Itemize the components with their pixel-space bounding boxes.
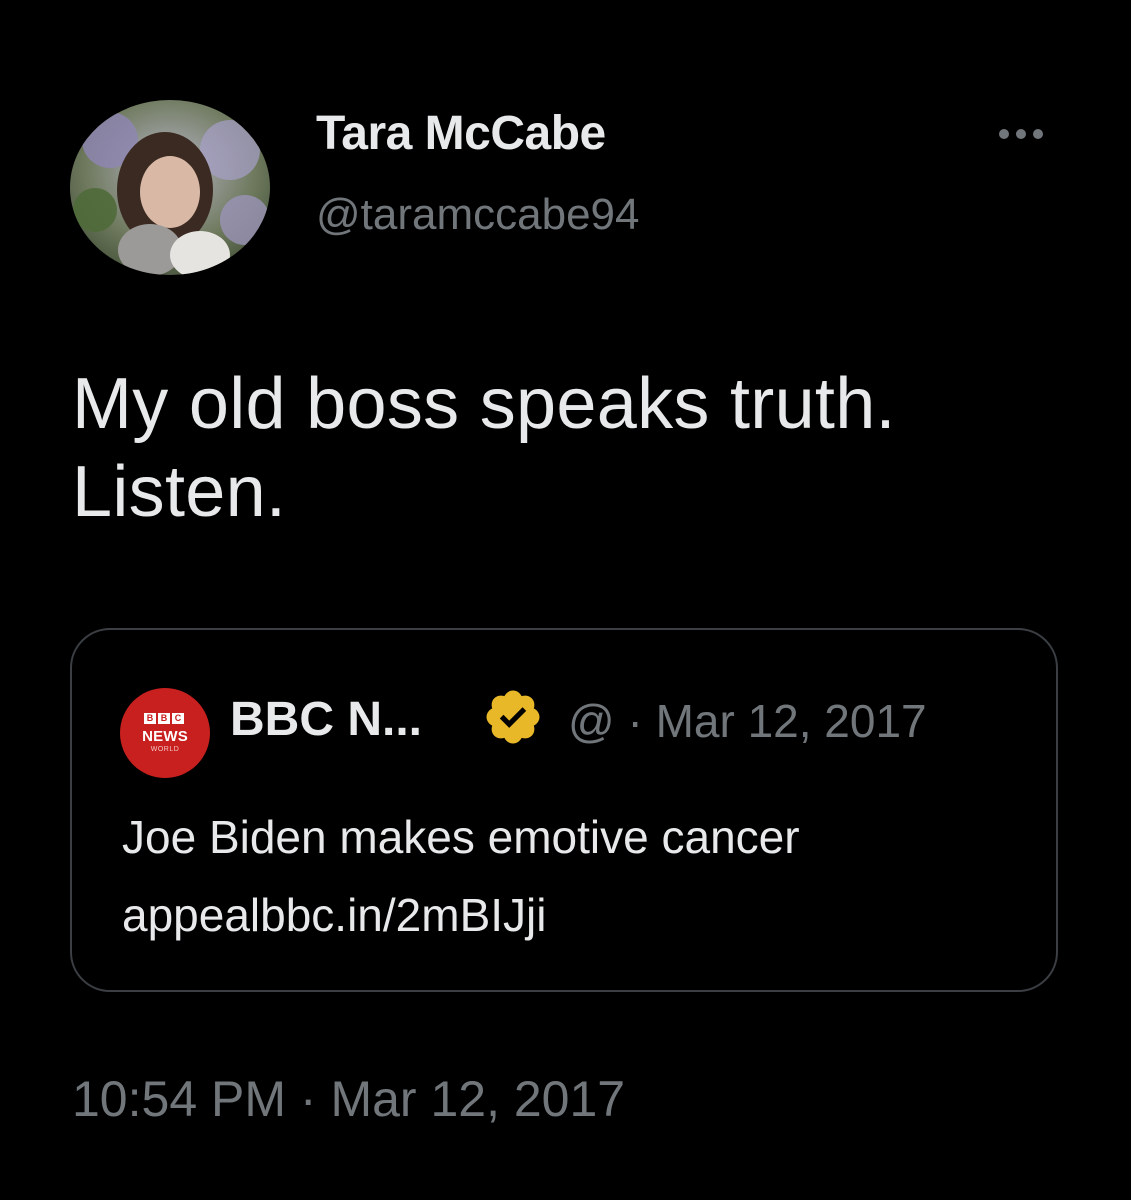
more-options-button[interactable]	[986, 114, 1056, 154]
author-handle[interactable]: @taramccabe94	[316, 190, 640, 240]
tweet-timestamp[interactable]: 10:54 PM · Mar 12, 2017	[72, 1070, 625, 1128]
quoted-handle-date: @ · Mar 12, 2017	[568, 695, 927, 747]
quoted-tweet-card[interactable]: BBC NEWS WORLD BBC N... @ · Mar 12, 2017…	[70, 628, 1058, 992]
quoted-tweet-text: Joe Biden makes emotive cancer appealbbc…	[122, 811, 800, 941]
author-avatar[interactable]	[70, 100, 270, 275]
more-horizontal-icon-dot	[1033, 129, 1043, 139]
more-horizontal-icon-dot	[1016, 129, 1026, 139]
tweet: Tara McCabe @taramccabe94 My old boss sp…	[0, 0, 1131, 1200]
bbc-logo-world-text: WORLD	[150, 746, 180, 753]
tweet-text: My old boss speaks truth. Listen.	[72, 364, 896, 532]
bbc-logo-news-text: NEWS	[142, 728, 188, 745]
bbc-news-avatar: BBC NEWS WORLD	[120, 688, 210, 778]
bbc-blocks-logo: BBC	[144, 713, 184, 724]
author-display-name[interactable]: Tara McCabe	[316, 106, 606, 161]
verified-badge-icon	[486, 690, 540, 744]
more-horizontal-icon	[999, 129, 1009, 139]
quoted-display-name: BBC N...	[230, 693, 422, 746]
